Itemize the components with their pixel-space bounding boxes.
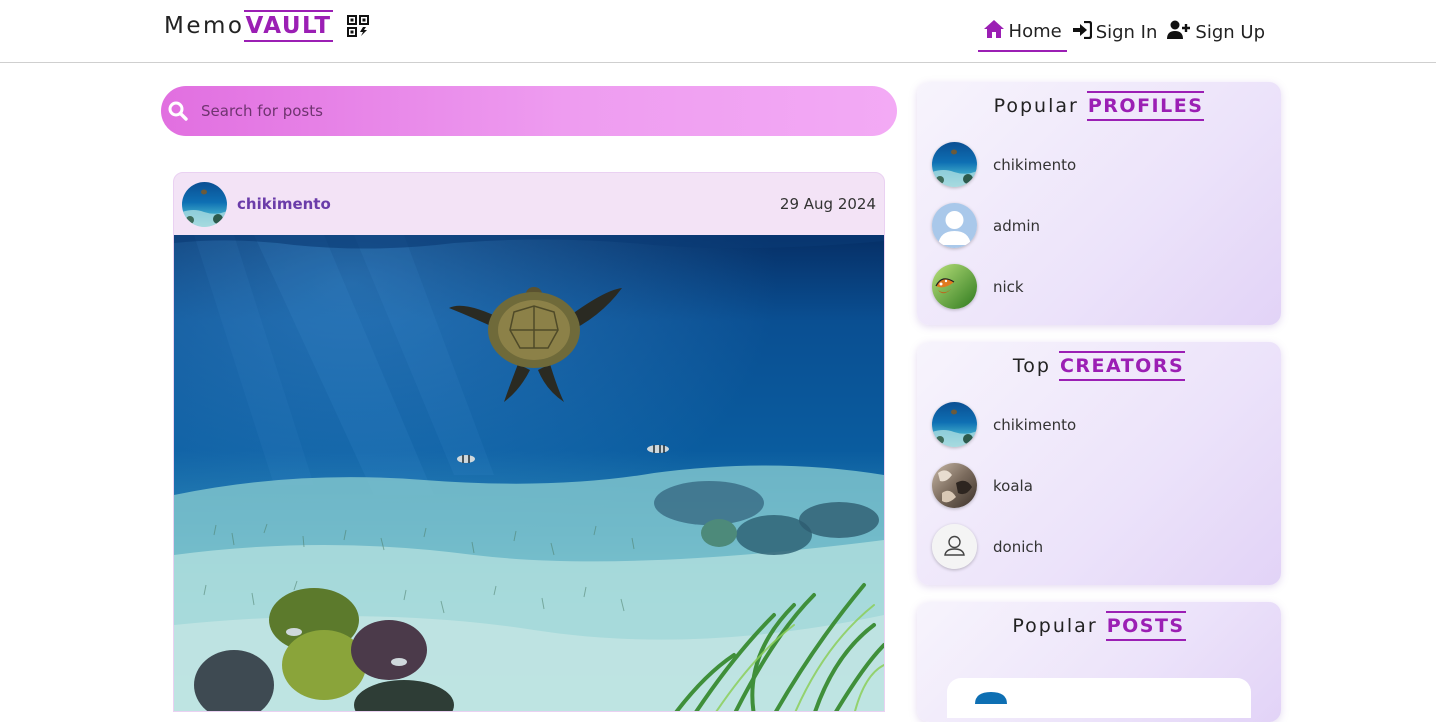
profile-item[interactable]: nick [932,264,1024,309]
logo-text-vault: VAULT [244,10,333,42]
logo-text-memo: Memo [164,13,245,39]
nav-home-label: Home [1008,20,1062,42]
title-accent: PROFILES [1086,91,1205,121]
underwater-avatar [932,142,977,187]
creator-item[interactable]: chikimento [932,402,1076,447]
search-input[interactable] [201,102,801,120]
post-image[interactable] [174,235,884,712]
popular-posts-title: Popular POSTS [917,611,1281,641]
qr-code-icon [346,15,369,37]
creator-name[interactable]: chikimento [993,416,1076,434]
nav-home[interactable]: Home [977,12,1067,52]
profile-name[interactable]: nick [993,278,1024,296]
popular-posts-card: Popular POSTS [917,602,1281,722]
profile-name[interactable]: chikimento [993,156,1076,174]
profile-item[interactable]: chikimento [932,142,1076,187]
nav-sign-up-label: Sign Up [1195,21,1265,43]
default-user-avatar [932,203,977,248]
title-plain: Popular [993,95,1079,117]
nav-sign-in[interactable]: Sign In [1067,12,1163,52]
profile-item[interactable]: admin [932,203,1040,248]
post-header: chikimento 29 Aug 2024 [174,173,884,235]
search-bar[interactable] [161,86,897,136]
creator-name[interactable]: donich [993,538,1043,556]
user-plus-icon [1167,20,1195,45]
popular-profiles-title: Popular PROFILES [917,91,1281,121]
top-creators-title: Top CREATORS [917,351,1281,381]
koala-avatar [932,463,977,508]
creator-name[interactable]: koala [993,477,1033,495]
butterfly-avatar [932,264,977,309]
main-nav: Home Sign In Sign Up [977,12,1270,52]
title-plain: Popular [1012,615,1098,637]
post-author-name[interactable]: chikimento [237,195,331,213]
title-accent: CREATORS [1058,351,1186,381]
post-card[interactable]: chikimento 29 Aug 2024 [173,172,885,712]
site-logo[interactable]: Memo VAULT [164,8,369,44]
post-date: 29 Aug 2024 [779,195,876,213]
title-accent: POSTS [1105,611,1186,641]
creator-item[interactable]: donich [932,524,1043,569]
popular-profiles-card: Popular PROFILES chikimento admin nick [917,82,1281,325]
nav-sign-up[interactable]: Sign Up [1162,12,1270,52]
search-icon[interactable] [168,101,188,121]
nav-sign-in-label: Sign In [1095,21,1158,43]
preview-avatar [975,692,1007,704]
home-icon [983,19,1009,44]
top-navbar: Memo VAULT Home Sign In Sign Up [0,0,1436,63]
creator-item[interactable]: koala [932,463,1033,508]
top-creators-card: Top CREATORS chikimento koala donich [917,342,1281,585]
popular-post-preview[interactable] [947,678,1251,718]
underwater-avatar [932,402,977,447]
sign-in-icon [1072,20,1096,44]
outline-user-avatar [932,524,977,569]
post-author-avatar[interactable] [182,181,227,227]
profile-name[interactable]: admin [993,217,1040,235]
title-plain: Top [1012,355,1051,377]
